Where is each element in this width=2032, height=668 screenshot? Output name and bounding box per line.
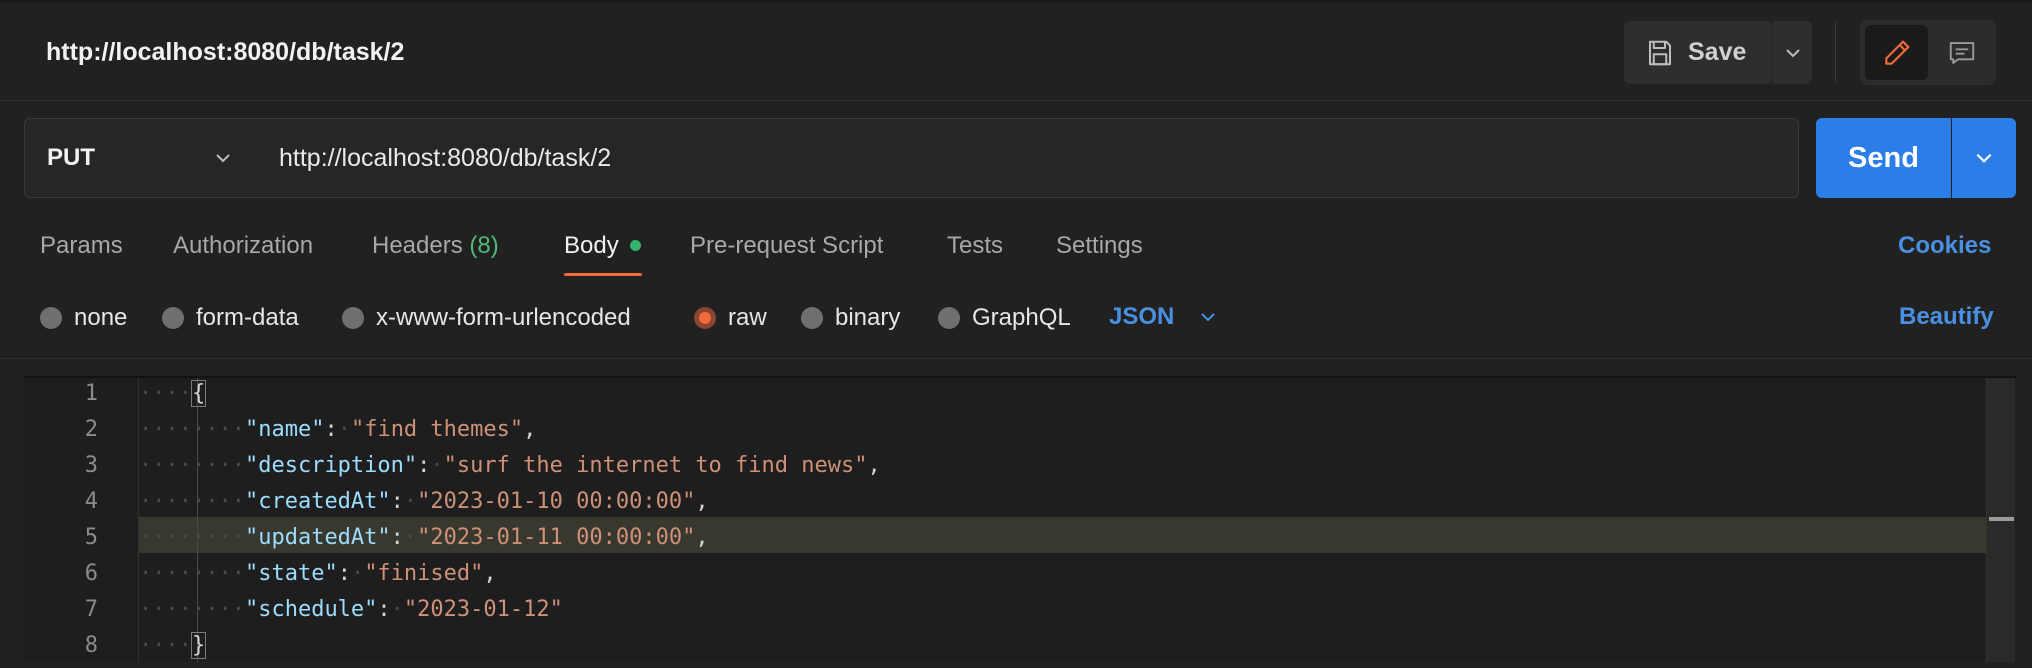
radio-none[interactable]: none	[40, 303, 127, 333]
line-number: 1	[84, 381, 98, 406]
code-line: ····{	[139, 380, 207, 407]
tab-body[interactable]: Body	[564, 232, 619, 260]
save-label: Save	[1688, 38, 1747, 66]
active-tab-indicator	[564, 273, 642, 276]
radio-label: binary	[835, 304, 901, 331]
comment-mode-button[interactable]	[1930, 25, 1993, 80]
radio-circle	[938, 307, 960, 329]
json-value: "2023-01-10 00:00:00"	[417, 489, 696, 514]
body-format-select[interactable]: JSON	[1109, 303, 1218, 331]
json-key: "description"	[244, 453, 418, 478]
tab-params[interactable]: Params	[40, 232, 123, 260]
scrollbar-cursor-marker	[1989, 517, 2014, 521]
edit-mode-button[interactable]	[1865, 25, 1928, 80]
code-line: ········"name":·"find themes",	[139, 417, 537, 442]
send-options-button[interactable]	[1952, 118, 2016, 198]
json-key: "updatedAt"	[244, 525, 391, 550]
save-button[interactable]: Save	[1624, 21, 1772, 84]
cookies-link[interactable]: Cookies	[1898, 232, 1991, 260]
json-comma: ,	[483, 561, 497, 586]
radio-label: GraphQL	[972, 304, 1071, 331]
method-label: PUT	[47, 144, 95, 171]
code-line: ········"description":·"surf the interne…	[139, 453, 881, 478]
radio-binary[interactable]: binary	[801, 303, 900, 333]
save-options-button[interactable]	[1772, 21, 1812, 84]
tab-settings[interactable]: Settings	[1056, 232, 1143, 260]
json-comma: ,	[523, 417, 537, 442]
tab-tests[interactable]: Tests	[947, 232, 1003, 260]
json-value: "finised"	[364, 561, 484, 586]
divider	[0, 358, 2032, 359]
json-key: "createdAt"	[244, 489, 391, 514]
json-key: "state"	[244, 561, 338, 586]
line-number: 7	[84, 597, 98, 622]
save-icon	[1649, 40, 1671, 65]
send-button[interactable]: Send	[1816, 118, 1951, 198]
line-number: 4	[84, 489, 98, 514]
line-number: 8	[84, 633, 98, 658]
radio-label: raw	[728, 304, 767, 331]
code-editor[interactable]: 1 2 3 4 5 6 7 8 ····{ ········"name":·"f…	[24, 376, 2016, 662]
tab-authorization[interactable]: Authorization	[173, 232, 313, 260]
radio-label: none	[74, 304, 128, 331]
radio-x-www-form-urlencoded[interactable]: x-www-form-urlencoded	[342, 303, 631, 333]
body-format-label: JSON	[1109, 303, 1175, 330]
chevron-down-icon	[216, 154, 230, 163]
pencil-icon	[1884, 40, 1909, 65]
body-modified-indicator	[630, 240, 641, 251]
code-line: ····}	[139, 632, 207, 659]
request-title[interactable]: http://localhost:8080/db/task/2	[46, 38, 404, 67]
json-comma: ,	[867, 453, 881, 478]
json-value: "find themes"	[350, 417, 524, 442]
radio-graphql[interactable]: GraphQL	[938, 303, 1071, 333]
divider	[1835, 22, 1836, 82]
radio-label: x-www-form-urlencoded	[376, 304, 631, 331]
radio-form-data[interactable]: form-data	[162, 303, 299, 333]
json-key: "schedule"	[244, 597, 378, 622]
line-number: 6	[84, 561, 98, 586]
radio-circle	[162, 307, 184, 329]
radio-label: form-data	[196, 304, 299, 331]
json-comma: ,	[695, 525, 709, 550]
chevron-down-icon	[1785, 48, 1800, 57]
radio-raw[interactable]: raw	[694, 303, 767, 333]
close-brace: }	[190, 632, 207, 659]
tab-pre-request-script[interactable]: Pre-request Script	[690, 232, 883, 260]
code-line: ········"schedule":·"2023-01-12"	[139, 597, 563, 622]
line-number: 5	[84, 525, 98, 550]
json-key: "name"	[244, 417, 325, 442]
radio-circle	[342, 307, 364, 329]
json-value: "surf the internet to find news"	[443, 453, 868, 478]
tab-headers-label: Headers	[372, 232, 463, 259]
line-number: 2	[84, 417, 98, 442]
tab-headers-count: (8)	[469, 232, 499, 259]
beautify-button[interactable]: Beautify	[1899, 303, 1994, 331]
radio-circle-selected	[694, 307, 716, 329]
open-brace: {	[190, 380, 207, 407]
json-comma: ,	[695, 489, 709, 514]
url-field-container	[255, 118, 1799, 198]
radio-circle	[801, 307, 823, 329]
code-line: ········"state":·"finised",	[139, 561, 497, 586]
method-select[interactable]: PUT	[24, 118, 256, 198]
comment-icon	[1949, 41, 1974, 64]
line-number: 3	[84, 453, 98, 478]
radio-circle	[40, 307, 62, 329]
json-value: "2023-01-11 00:00:00"	[417, 525, 696, 550]
code-line: ········"updatedAt":·"2023-01-11 00:00:0…	[139, 525, 709, 550]
code-line: ········"createdAt":·"2023-01-10 00:00:0…	[139, 489, 709, 514]
tab-headers[interactable]: Headers (8)	[372, 232, 499, 260]
url-input[interactable]	[277, 142, 1761, 174]
line-number-gutter: 1 2 3 4 5 6 7 8	[24, 378, 139, 662]
chevron-down-icon	[1201, 313, 1216, 322]
chevron-down-icon	[1976, 153, 1992, 163]
tab-strip-edge	[0, 0, 2032, 3]
json-value: "2023-01-12"	[403, 597, 563, 622]
